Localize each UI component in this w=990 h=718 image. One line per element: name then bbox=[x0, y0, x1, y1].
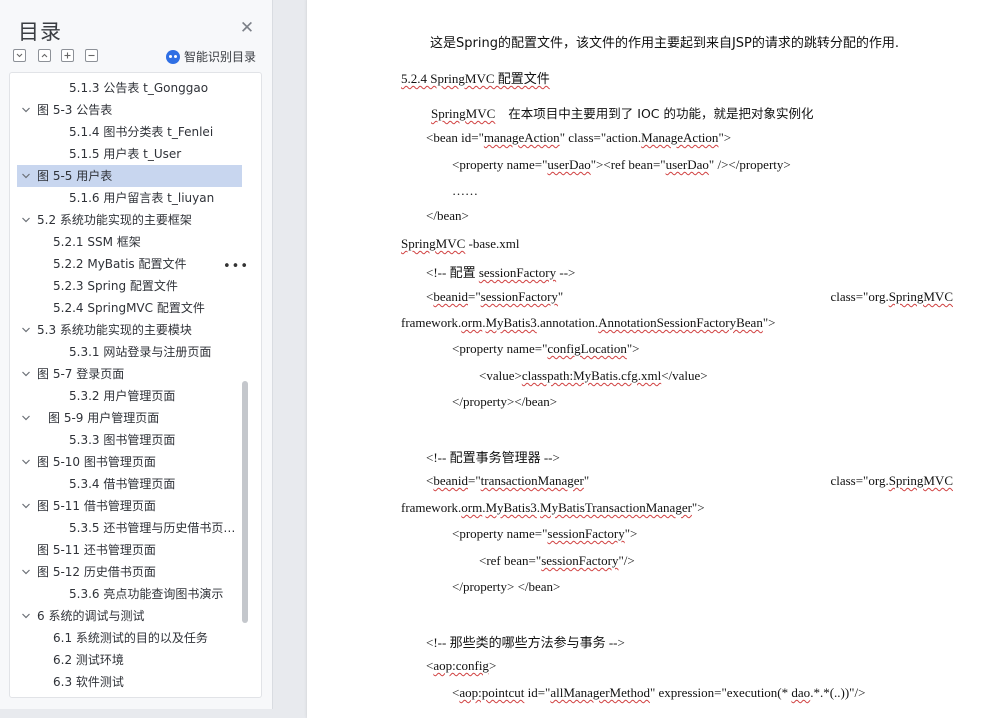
toc-item-label: 5.2.3 Spring 配置文件 bbox=[53, 279, 178, 293]
toc-item-label: 5.3.5 还书管理与历史借书页… bbox=[69, 521, 236, 535]
toc-item-label: 图 5-11 借书管理页面 bbox=[37, 499, 156, 513]
code-line: <!-- 那些类的哪些方法参与事务 --> bbox=[426, 635, 625, 650]
toc-item-label: 图 5-12 历史借书页面 bbox=[37, 565, 156, 579]
toc-item[interactable]: 6.3 软件测试 bbox=[17, 671, 242, 693]
toc-item-label: 6.3 软件测试 bbox=[53, 675, 124, 689]
code-line: <!-- 配置事务管理器 --> bbox=[426, 450, 560, 465]
toc-item[interactable]: 5.2.2 MyBatis 配置文件 bbox=[17, 253, 242, 275]
toc-title: 目录 bbox=[18, 20, 62, 44]
toc-item-label: 5.1.4 图书分类表 t_Fenlei bbox=[69, 125, 214, 139]
code-line: </property></bean> bbox=[452, 394, 558, 409]
toc-item-label: 5.2.4 SpringMVC 配置文件 bbox=[53, 301, 205, 315]
code-line: <ref bean="sessionFactory"/> bbox=[479, 553, 635, 568]
toc-item[interactable]: 5.2.4 SpringMVC 配置文件 bbox=[17, 297, 242, 319]
toc-item[interactable]: 图 5-9 用户管理页面 bbox=[17, 407, 242, 429]
toc-item[interactable]: 5.3.6 亮点功能查询图书演示 bbox=[17, 583, 242, 605]
toc-item[interactable]: 6.1 系统测试的目的以及任务 bbox=[17, 627, 242, 649]
toc-item[interactable]: 5.3.5 还书管理与历史借书页… bbox=[17, 517, 242, 539]
toc-item-label: 图 5-7 登录页面 bbox=[37, 367, 125, 381]
toc-item-label: 5.2 系统功能实现的主要框架 bbox=[37, 213, 192, 227]
code-line: <bean id="manageAction" class="action.Ma… bbox=[426, 130, 732, 145]
toc-item[interactable]: 5.3.2 用户管理页面 bbox=[17, 385, 242, 407]
code-line: <beanid="transactionManager" bbox=[426, 473, 590, 488]
code-line: </property> </bean> bbox=[452, 579, 561, 594]
toc-item[interactable]: 5.2 系统功能实现的主要框架 bbox=[17, 209, 242, 231]
toc-item[interactable]: 5.3.1 网站登录与注册页面 bbox=[17, 341, 242, 363]
collapse-all-icon[interactable] bbox=[38, 49, 51, 62]
toc-item-label: 6.2 测试环境 bbox=[53, 653, 124, 667]
toc-item[interactable]: 5.3.3 图书管理页面 bbox=[17, 429, 242, 451]
toc-item-label: 图 5-3 公告表 bbox=[37, 103, 113, 117]
intro-paragraph: 这是Spring的配置文件，该文件的作用主要起到来自JSP的请求的跳转分配的作用… bbox=[430, 36, 900, 51]
document-area: 这是Spring的配置文件，该文件的作用主要起到来自JSP的请求的跳转分配的作用… bbox=[273, 0, 990, 718]
toc-item[interactable]: 图 5-5 用户表 bbox=[17, 165, 242, 187]
toc-list: 5.1.3 公告表 t_Gonggao 图 5-3 公告表 5.1.4 图书分类表 … bbox=[9, 72, 262, 698]
toc-item-label: 5.2.2 MyBatis 配置文件 bbox=[53, 257, 187, 271]
toc-item-label: 图 5-10 图书管理页面 bbox=[37, 455, 156, 469]
plus-icon[interactable] bbox=[61, 49, 74, 62]
toc-item-label: 5.1.5 用户表 t_User bbox=[69, 147, 182, 161]
code-line: </bean> bbox=[426, 208, 469, 223]
toc-item[interactable]: 图 5-3 公告表 bbox=[17, 99, 242, 121]
ai-toc-button[interactable]: 智能识别目录 bbox=[166, 48, 256, 65]
ai-toc-label: 智能识别目录 bbox=[184, 50, 257, 64]
ioc-paragraph: SpringMVC 在本项目中主要用到了 IOC 的功能，就是把对象实例化 bbox=[431, 103, 814, 122]
code-line: <!-- 配置 sessionFactory --> bbox=[426, 265, 576, 280]
toc-item-label: 5.3 系统功能实现的主要模块 bbox=[37, 323, 192, 337]
toc-item[interactable]: 6.2 测试环境 bbox=[17, 649, 242, 671]
toc-item-label: 6 系统的调试与测试 bbox=[37, 609, 145, 623]
toc-item[interactable]: 6 系统的调试与测试 bbox=[17, 605, 242, 627]
file-name: SpringMVC -base.xml bbox=[401, 236, 520, 251]
toc-item[interactable]: 图 5-10 图书管理页面 bbox=[17, 451, 242, 473]
expand-all-icon[interactable] bbox=[13, 49, 26, 62]
code-line: <aop:config> bbox=[426, 658, 497, 673]
toc-item-label: 图 5-11 还书管理页面 bbox=[37, 543, 156, 557]
section-heading: 5.2.4 SpringMVC 配置文件 bbox=[401, 68, 550, 87]
minus-icon[interactable] bbox=[85, 49, 98, 62]
code-line: <value>classpath:MyBatis.cfg.xml</value> bbox=[479, 368, 708, 383]
toc-item-label: 5.2.1 SSM 框架 bbox=[53, 235, 141, 249]
scrollbar-thumb[interactable] bbox=[242, 381, 248, 623]
toc-item[interactable]: 5.1.4 图书分类表 t_Fenlei bbox=[17, 121, 242, 143]
ai-icon bbox=[166, 49, 180, 64]
toc-item-label: 图 5-9 用户管理页面 bbox=[48, 411, 160, 425]
code-line: class="org.SpringMVC bbox=[830, 473, 953, 488]
toc-item[interactable]: 图 5-7 登录页面 bbox=[17, 363, 242, 385]
toc-item[interactable]: 5.1.5 用户表 t_User bbox=[17, 143, 242, 165]
code-line: <aop:pointcut id="allManagerMethod" expr… bbox=[452, 685, 866, 700]
code-line: framework.orm.MyBatis3.annotation.Annota… bbox=[401, 315, 776, 330]
toc-item-label: 5.3.4 借书管理页面 bbox=[69, 477, 176, 491]
toc-item-label: 图 5-5 用户表 bbox=[37, 169, 113, 183]
toc-sidebar: 目录 ✕ 智能识别目录 5.1.3 公告表 t_Gonggao 图 5-3 公告表… bbox=[0, 0, 273, 709]
toc-item-label: 6.1 系统测试的目的以及任务 bbox=[53, 631, 208, 645]
toc-item-label: 5.3.2 用户管理页面 bbox=[69, 389, 176, 403]
toc-item-label: 5.1.3 公告表 t_Gonggao bbox=[69, 81, 209, 95]
ioc-paragraph-text: 在本项目中主要用到了 IOC 的功能，就是把对象实例化 bbox=[508, 106, 814, 121]
toc-item[interactable]: 图 5-11 借书管理页面 bbox=[17, 495, 242, 517]
code-line: <property name="userDao"><ref bean="user… bbox=[452, 157, 791, 172]
document-page: 这是Spring的配置文件，该文件的作用主要起到来自JSP的请求的跳转分配的作用… bbox=[307, 0, 990, 718]
code-line: class="org.SpringMVC bbox=[830, 289, 953, 304]
section-heading-text: 5.2.4 SpringMVC 配置文件 bbox=[401, 71, 550, 86]
toc-item[interactable]: 图 5-12 历史借书页面 bbox=[17, 561, 242, 583]
toc-item-label: 5.3.3 图书管理页面 bbox=[69, 433, 176, 447]
code-line: <property name="sessionFactory"> bbox=[452, 526, 638, 541]
toc-item-label: 5.3.1 网站登录与注册页面 bbox=[69, 345, 212, 359]
toc-item[interactable]: 5.3.4 借书管理页面 bbox=[17, 473, 242, 495]
code-line: <property name="configLocation"> bbox=[452, 341, 640, 356]
toc-item[interactable]: 5.1.6 用户留言表 t_liuyan bbox=[17, 187, 242, 209]
ioc-paragraph-term: SpringMVC bbox=[431, 106, 496, 121]
code-line: framework.orm.MyBatis3.MyBatisTransactio… bbox=[401, 500, 705, 515]
toc-item[interactable]: 5.2.1 SSM 框架 bbox=[17, 231, 242, 253]
toc-item[interactable]: 5.3 系统功能实现的主要模块 bbox=[17, 319, 242, 341]
toc-item-label: 5.1.6 用户留言表 t_liuyan bbox=[69, 191, 215, 205]
toc-item[interactable]: 图 5-11 还书管理页面 bbox=[17, 539, 242, 561]
toc-item-label: 5.3.6 亮点功能查询图书演示 bbox=[69, 587, 224, 601]
toc-item[interactable]: 5.2.3 Spring 配置文件 bbox=[17, 275, 242, 297]
code-line: …… bbox=[452, 183, 478, 198]
code-line: <beanid="sessionFactory" bbox=[426, 289, 564, 304]
close-icon[interactable]: ✕ bbox=[238, 19, 256, 37]
toc-item[interactable]: 5.1.3 公告表 t_Gonggao bbox=[17, 77, 242, 99]
